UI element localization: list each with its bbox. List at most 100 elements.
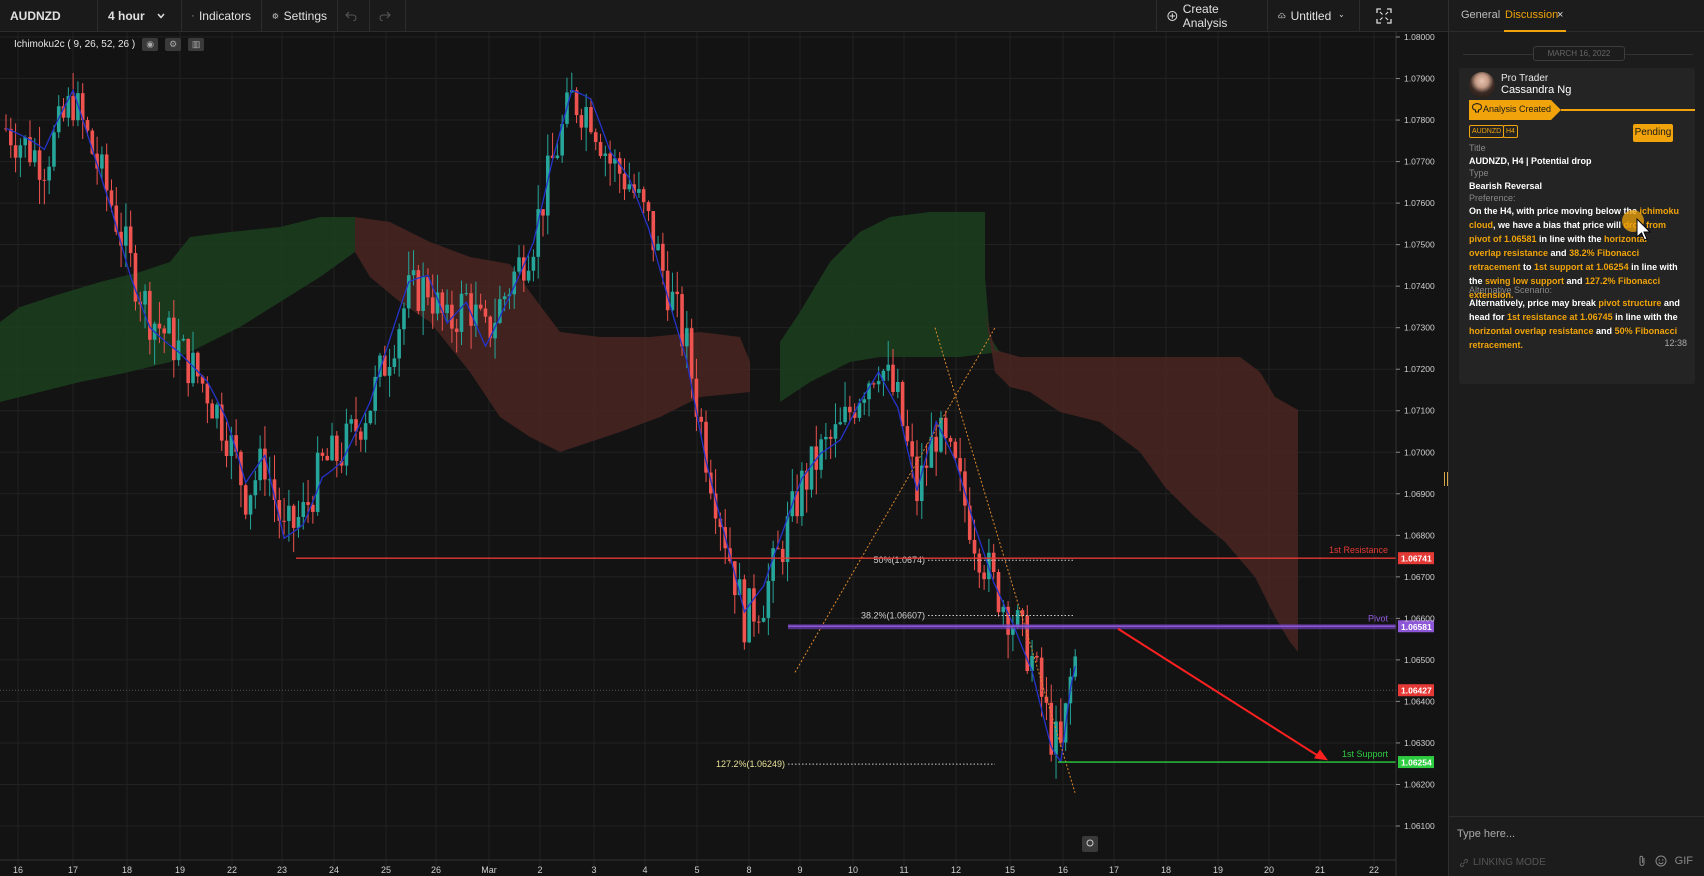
undo-icon [345,11,357,21]
gear-icon[interactable]: ⚙ [165,38,182,51]
price-tick-label: 1.07100 [1404,406,1435,416]
time-tick-label: 9 [797,865,802,875]
price-tick-label: 1.07800 [1404,115,1435,125]
time-tick-label: 20 [1264,865,1274,875]
price-tick-label: 1.06700 [1404,572,1435,582]
analysis-created-label: Analysis Created [1483,104,1552,114]
candle-body [833,424,838,439]
chart-canvas[interactable]: 50%(1.0674) 38.2%(1.06607) 127.2%(1.06249)… [0,32,1448,876]
candle-body [991,552,996,573]
paperclip-icon[interactable] [1637,855,1647,867]
chevron-down-icon [157,13,165,19]
trash-icon[interactable]: ▥ [188,38,205,51]
time-tick-label: 16 [1058,865,1068,875]
price-tick-label: 1.06100 [1404,821,1435,831]
redo-button[interactable] [370,0,406,31]
fullscreen-button[interactable] [1360,0,1412,31]
candle-body [143,290,147,305]
settings-button[interactable]: Settings [262,0,338,31]
candle-body [526,270,531,281]
idea-marker [1082,836,1098,852]
time-tick-label: 26 [431,865,441,875]
candle-body [747,588,751,643]
candle-body [680,294,684,347]
candle-body [1035,655,1039,658]
candle-body [421,277,425,311]
analysis-title: AUDNZD, H4 | Potential drop [1469,156,1592,166]
candle-body [416,270,421,311]
candle-body [1059,721,1063,743]
candle-body [517,257,521,272]
symbol-selector[interactable]: AUDNZD [0,0,98,31]
timeframe-label: 4 hour [108,8,145,23]
linking-mode-toggle[interactable]: LINKING MODE [1459,857,1546,868]
candle-body [162,328,167,334]
candle-body [1015,610,1020,626]
candle-body [589,107,593,133]
candle-body [943,417,948,439]
message-timestamp: 12:38 [1664,338,1687,348]
tab-general[interactable]: General [1461,9,1500,21]
candle-body [502,296,507,300]
candle-body [603,153,608,156]
alternative-text: Alternatively, price may break pivot str… [1469,298,1680,350]
alternative-label: Alternative Scenario: [1469,285,1553,295]
candle-body [464,293,469,295]
candle-body [100,154,104,169]
candle-body [335,435,339,461]
candle-body [349,419,354,424]
time-tick-label: 18 [1161,865,1171,875]
candle-body [291,505,296,528]
status-badge[interactable]: Pending [1633,124,1673,142]
candle-body [301,502,306,518]
candle-body [172,317,176,361]
price-tick-label: 1.07300 [1404,323,1435,333]
candle-body [555,155,560,159]
candle-body [47,166,51,181]
time-tick-label: 10 [848,865,858,875]
create-analysis-button[interactable]: Create Analysis [1156,0,1268,31]
time-tick-label: 22 [227,865,237,875]
candle-body [363,423,368,440]
fib-label: 50%(1.0674) [873,555,925,565]
price-tick-label: 1.07000 [1404,447,1435,457]
emoji-icon[interactable] [1655,855,1667,867]
time-tick-label: 19 [1213,865,1223,875]
candle-body [13,145,18,158]
candle-body [430,297,435,314]
undo-button[interactable] [338,0,370,31]
time-tick-label: 12 [951,865,961,875]
title-label: Title [1469,143,1486,153]
indicators-button[interactable]: Indicators [182,0,262,31]
indicators-label: Indicators [198,8,251,23]
tab-discussion[interactable]: Discussion [1505,9,1558,21]
panel-tabs: General Discussion × [1449,0,1704,32]
candle-body [42,179,47,181]
gif-button[interactable]: GIF [1675,855,1693,867]
candle-body [325,455,330,461]
cloud-upload-icon [1278,12,1286,18]
close-tab-icon[interactable]: × [1557,9,1563,21]
candle-body [128,226,133,254]
candle-body [627,184,632,190]
redo-icon [379,11,391,21]
candle-body [896,382,900,392]
candle-body [824,436,828,440]
timeframe-dropdown[interactable]: 4 hour [98,0,182,31]
price-tick-label: 1.07200 [1404,364,1435,374]
chevron-down-icon [1339,14,1344,17]
candle-body [167,317,171,334]
message-input[interactable] [1457,825,1695,843]
settings-label: Settings [283,8,327,23]
price-tick-label: 1.06900 [1404,489,1435,499]
candle-body [406,275,411,309]
layout-dropdown[interactable]: Untitled [1268,0,1360,31]
candle-body [445,304,449,314]
eye-icon[interactable]: ◉ [142,38,159,51]
price-chart[interactable]: 50%(1.0674) 38.2%(1.06607) 127.2%(1.06249)… [0,32,1448,876]
candle-body [958,458,962,472]
time-tick-label: 11 [899,865,908,875]
candle-body [402,308,406,330]
candle-body [37,150,42,180]
candle-body [359,431,363,440]
